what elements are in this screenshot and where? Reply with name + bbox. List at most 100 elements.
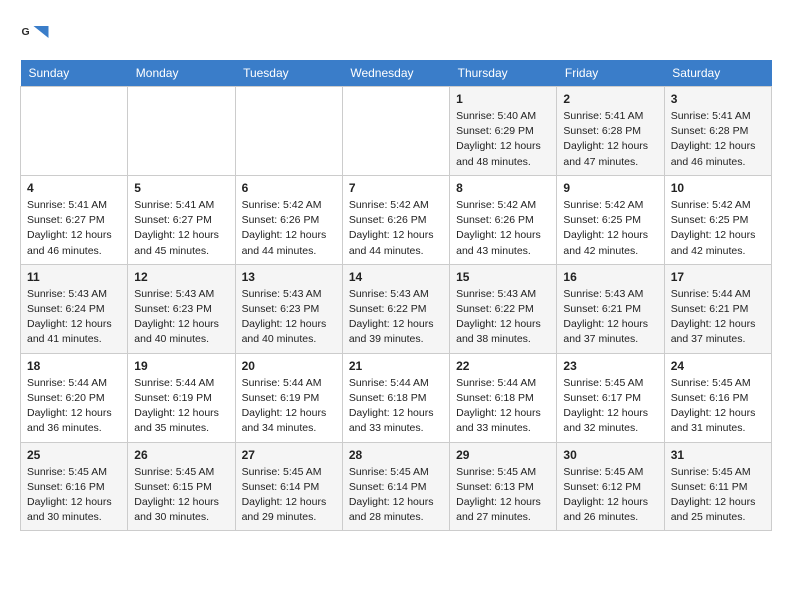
calendar-cell: 4 Sunrise: 5:41 AMSunset: 6:27 PMDaylight… xyxy=(21,175,128,264)
day-info: Sunrise: 5:43 AMSunset: 6:22 PMDaylight:… xyxy=(456,287,550,348)
header-day-wednesday: Wednesday xyxy=(342,60,449,87)
calendar-cell: 29 Sunrise: 5:45 AMSunset: 6:13 PMDayligh… xyxy=(450,442,557,531)
day-info: Sunrise: 5:45 AMSunset: 6:17 PMDaylight:… xyxy=(563,376,657,437)
calendar-cell: 30 Sunrise: 5:45 AMSunset: 6:12 PMDayligh… xyxy=(557,442,664,531)
day-number: 24 xyxy=(671,359,765,373)
day-number: 28 xyxy=(349,448,443,462)
day-number: 8 xyxy=(456,181,550,195)
calendar-cell: 10Sunrise: 5:42 AMSunset: 6:25 PMDayligh… xyxy=(664,175,771,264)
day-info: Sunrise: 5:42 AMSunset: 6:26 PMDaylight:… xyxy=(456,198,550,259)
day-info: Sunrise: 5:45 AMSunset: 6:12 PMDaylight:… xyxy=(563,465,657,526)
day-info: Sunrise: 5:45 AMSunset: 6:14 PMDaylight:… xyxy=(242,465,336,526)
day-info: Sunrise: 5:43 AMSunset: 6:22 PMDaylight:… xyxy=(349,287,443,348)
calendar-cell: 13 Sunrise: 5:43 AMSunset: 6:23 PMDayligh… xyxy=(235,264,342,353)
day-number: 1 xyxy=(456,92,550,106)
calendar-cell: 18Sunrise: 5:44 AMSunset: 6:20 PMDayligh… xyxy=(21,353,128,442)
day-number: 7 xyxy=(349,181,443,195)
day-number: 22 xyxy=(456,359,550,373)
calendar-cell: 19 Sunrise: 5:44 AMSunset: 6:19 PMDayligh… xyxy=(128,353,235,442)
day-info: Sunrise: 5:44 AMSunset: 6:19 PMDaylight:… xyxy=(134,376,228,437)
day-info: Sunrise: 5:41 AMSunset: 6:28 PMDaylight:… xyxy=(671,109,765,170)
day-info: Sunrise: 5:43 AMSunset: 6:23 PMDaylight:… xyxy=(242,287,336,348)
calendar-cell: 12 Sunrise: 5:43 AMSunset: 6:23 PMDayligh… xyxy=(128,264,235,353)
day-number: 23 xyxy=(563,359,657,373)
week-row-3: 11Sunrise: 5:43 AMSunset: 6:24 PMDayligh… xyxy=(21,264,772,353)
calendar-cell xyxy=(21,87,128,176)
calendar-body: 1 Sunrise: 5:40 AMSunset: 6:29 PMDaylight… xyxy=(21,87,772,531)
day-info: Sunrise: 5:45 AMSunset: 6:13 PMDaylight:… xyxy=(456,465,550,526)
header-day-tuesday: Tuesday xyxy=(235,60,342,87)
day-info: Sunrise: 5:44 AMSunset: 6:18 PMDaylight:… xyxy=(456,376,550,437)
day-number: 30 xyxy=(563,448,657,462)
logo: G xyxy=(20,20,56,50)
day-number: 3 xyxy=(671,92,765,106)
calendar-cell: 1 Sunrise: 5:40 AMSunset: 6:29 PMDaylight… xyxy=(450,87,557,176)
day-info: Sunrise: 5:45 AMSunset: 6:16 PMDaylight:… xyxy=(671,376,765,437)
day-number: 11 xyxy=(27,270,121,284)
page-header: G xyxy=(20,20,772,50)
day-info: Sunrise: 5:40 AMSunset: 6:29 PMDaylight:… xyxy=(456,109,550,170)
calendar-cell: 6 Sunrise: 5:42 AMSunset: 6:26 PMDaylight… xyxy=(235,175,342,264)
header-day-sunday: Sunday xyxy=(21,60,128,87)
calendar-cell: 8 Sunrise: 5:42 AMSunset: 6:26 PMDaylight… xyxy=(450,175,557,264)
logo-icon: G xyxy=(20,20,50,50)
day-info: Sunrise: 5:44 AMSunset: 6:19 PMDaylight:… xyxy=(242,376,336,437)
calendar-cell: 25 Sunrise: 5:45 AMSunset: 6:16 PMDayligh… xyxy=(21,442,128,531)
day-info: Sunrise: 5:41 AMSunset: 6:27 PMDaylight:… xyxy=(134,198,228,259)
day-number: 19 xyxy=(134,359,228,373)
day-number: 25 xyxy=(27,448,121,462)
header-row: SundayMondayTuesdayWednesdayThursdayFrid… xyxy=(21,60,772,87)
day-number: 5 xyxy=(134,181,228,195)
calendar-cell: 22 Sunrise: 5:44 AMSunset: 6:18 PMDayligh… xyxy=(450,353,557,442)
day-info: Sunrise: 5:44 AMSunset: 6:21 PMDaylight:… xyxy=(671,287,765,348)
calendar-cell: 14Sunrise: 5:43 AMSunset: 6:22 PMDayligh… xyxy=(342,264,449,353)
calendar-cell: 9 Sunrise: 5:42 AMSunset: 6:25 PMDaylight… xyxy=(557,175,664,264)
header-day-friday: Friday xyxy=(557,60,664,87)
day-number: 29 xyxy=(456,448,550,462)
day-number: 21 xyxy=(349,359,443,373)
day-number: 15 xyxy=(456,270,550,284)
calendar-cell xyxy=(342,87,449,176)
week-row-1: 1 Sunrise: 5:40 AMSunset: 6:29 PMDaylight… xyxy=(21,87,772,176)
calendar-cell xyxy=(128,87,235,176)
day-info: Sunrise: 5:42 AMSunset: 6:25 PMDaylight:… xyxy=(563,198,657,259)
calendar-cell: 27Sunrise: 5:45 AMSunset: 6:14 PMDayligh… xyxy=(235,442,342,531)
header-day-saturday: Saturday xyxy=(664,60,771,87)
day-info: Sunrise: 5:43 AMSunset: 6:21 PMDaylight:… xyxy=(563,287,657,348)
day-number: 18 xyxy=(27,359,121,373)
week-row-2: 4 Sunrise: 5:41 AMSunset: 6:27 PMDaylight… xyxy=(21,175,772,264)
calendar-cell: 21 Sunrise: 5:44 AMSunset: 6:18 PMDayligh… xyxy=(342,353,449,442)
calendar-cell: 28 Sunrise: 5:45 AMSunset: 6:14 PMDayligh… xyxy=(342,442,449,531)
calendar-cell: 11Sunrise: 5:43 AMSunset: 6:24 PMDayligh… xyxy=(21,264,128,353)
day-info: Sunrise: 5:45 AMSunset: 6:15 PMDaylight:… xyxy=(134,465,228,526)
day-info: Sunrise: 5:44 AMSunset: 6:18 PMDaylight:… xyxy=(349,376,443,437)
week-row-5: 25 Sunrise: 5:45 AMSunset: 6:16 PMDayligh… xyxy=(21,442,772,531)
day-info: Sunrise: 5:42 AMSunset: 6:26 PMDaylight:… xyxy=(349,198,443,259)
calendar-cell: 2Sunrise: 5:41 AMSunset: 6:28 PMDaylight… xyxy=(557,87,664,176)
day-number: 2 xyxy=(563,92,657,106)
week-row-4: 18Sunrise: 5:44 AMSunset: 6:20 PMDayligh… xyxy=(21,353,772,442)
day-info: Sunrise: 5:45 AMSunset: 6:11 PMDaylight:… xyxy=(671,465,765,526)
day-number: 6 xyxy=(242,181,336,195)
calendar-cell: 17 Sunrise: 5:44 AMSunset: 6:21 PMDayligh… xyxy=(664,264,771,353)
calendar-table: SundayMondayTuesdayWednesdayThursdayFrid… xyxy=(20,60,772,531)
day-info: Sunrise: 5:45 AMSunset: 6:16 PMDaylight:… xyxy=(27,465,121,526)
day-info: Sunrise: 5:43 AMSunset: 6:23 PMDaylight:… xyxy=(134,287,228,348)
day-info: Sunrise: 5:42 AMSunset: 6:26 PMDaylight:… xyxy=(242,198,336,259)
day-number: 9 xyxy=(563,181,657,195)
header-day-thursday: Thursday xyxy=(450,60,557,87)
day-number: 16 xyxy=(563,270,657,284)
day-info: Sunrise: 5:45 AMSunset: 6:14 PMDaylight:… xyxy=(349,465,443,526)
calendar-cell: 15 Sunrise: 5:43 AMSunset: 6:22 PMDayligh… xyxy=(450,264,557,353)
day-number: 17 xyxy=(671,270,765,284)
day-number: 13 xyxy=(242,270,336,284)
calendar-cell: 3 Sunrise: 5:41 AMSunset: 6:28 PMDaylight… xyxy=(664,87,771,176)
day-info: Sunrise: 5:41 AMSunset: 6:27 PMDaylight:… xyxy=(27,198,121,259)
header-day-monday: Monday xyxy=(128,60,235,87)
calendar-cell: 5 Sunrise: 5:41 AMSunset: 6:27 PMDaylight… xyxy=(128,175,235,264)
calendar-cell: 31Sunrise: 5:45 AMSunset: 6:11 PMDayligh… xyxy=(664,442,771,531)
day-number: 12 xyxy=(134,270,228,284)
svg-text:G: G xyxy=(22,26,30,38)
day-number: 4 xyxy=(27,181,121,195)
day-number: 20 xyxy=(242,359,336,373)
